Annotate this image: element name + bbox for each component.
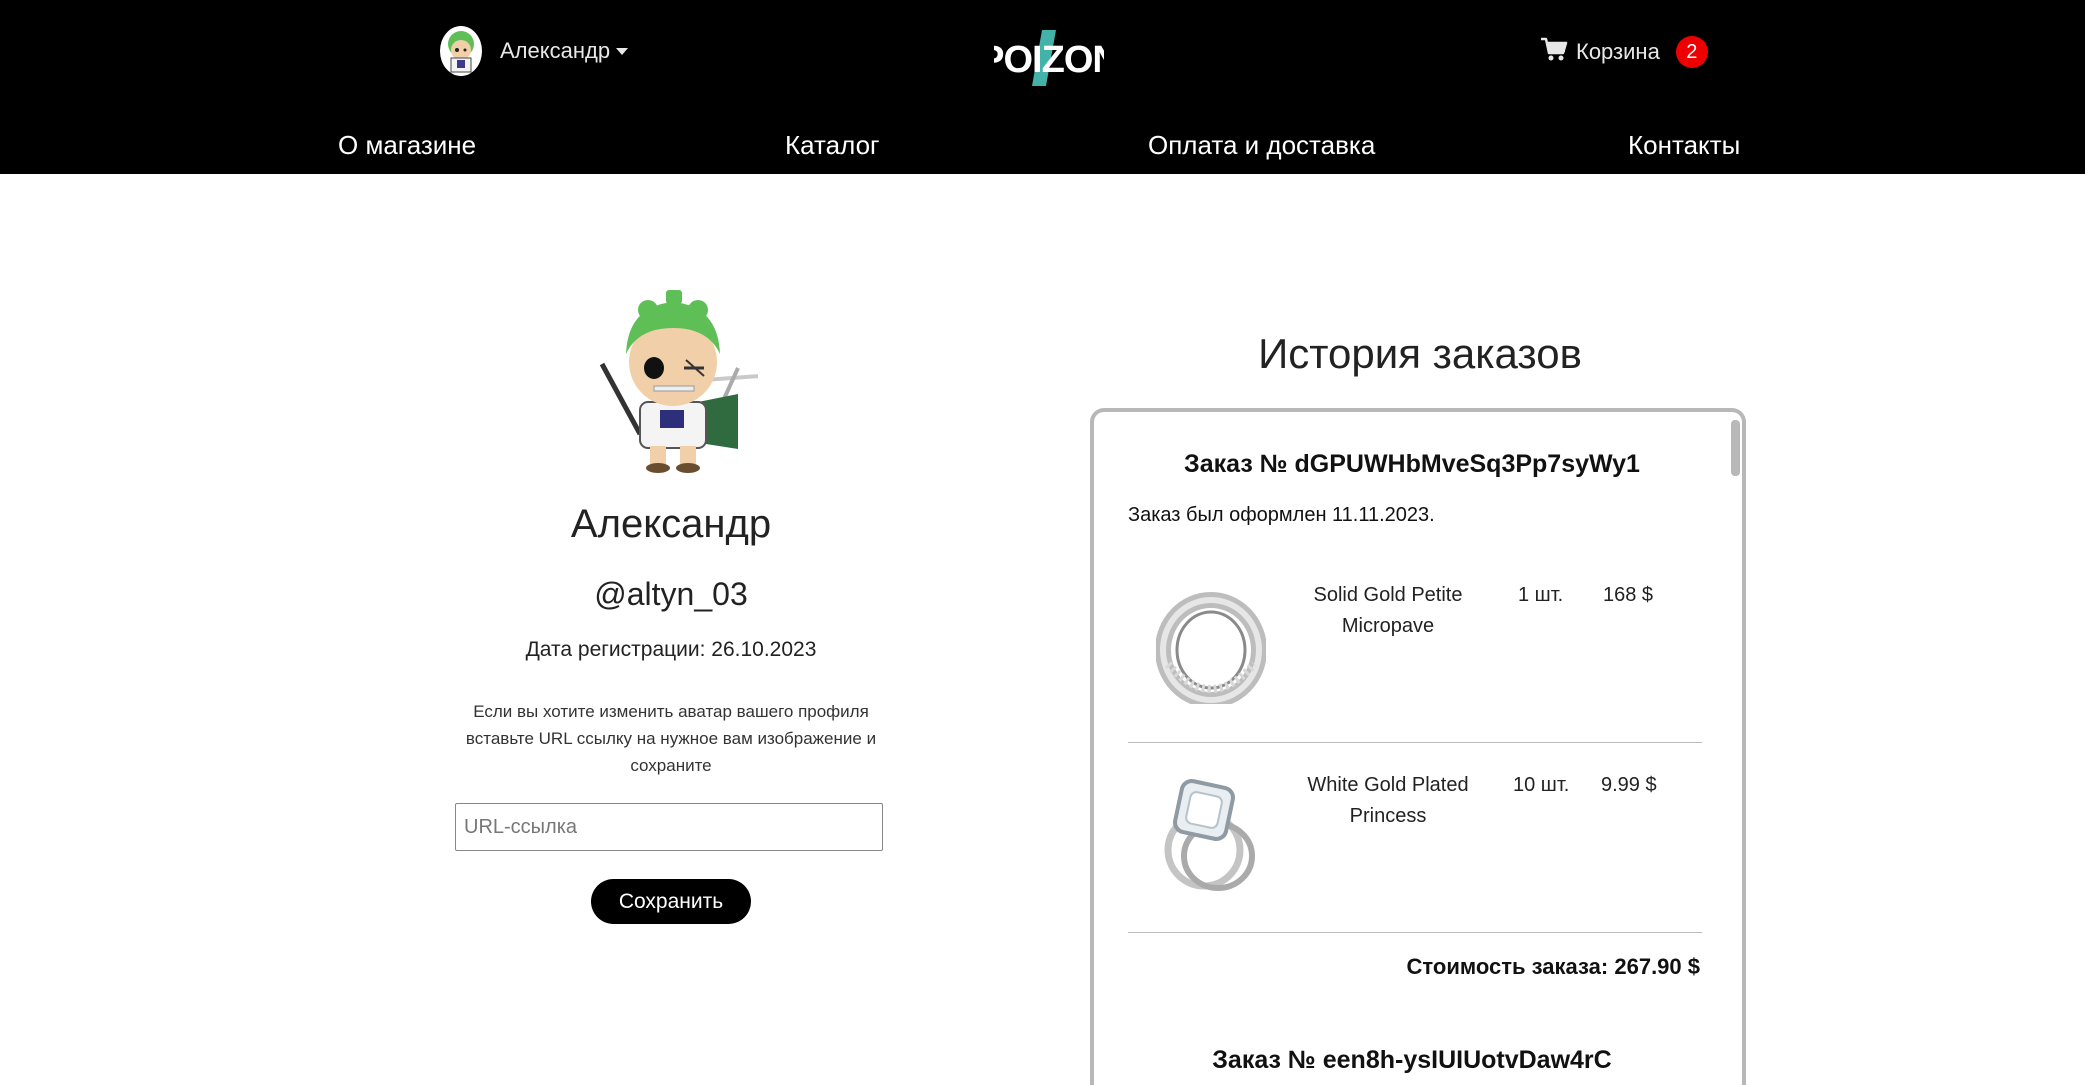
avatar-change-hint: Если вы хотите изменить аватар вашего пр…: [465, 702, 877, 775]
item-price: 9.99 $: [1601, 774, 1657, 796]
avatar-url-input[interactable]: [455, 803, 883, 851]
divider: [1128, 932, 1702, 933]
item-quantity: 1 шт.: [1518, 584, 1564, 606]
orders-panel[interactable]: Заказ № dGPUWHbMveSq3Pp7syWy1 Заказ был …: [1090, 408, 1746, 1085]
cart-icon: [1540, 37, 1568, 68]
order-date: Заказ был оформлен 11.11.2023.: [1128, 504, 1435, 526]
profile-page: Александр POIZON Корзина 2 О магазине: [0, 0, 2085, 1085]
order-total: Стоимость заказа: 267.90 $: [1406, 954, 1700, 979]
profile-name: Александр: [570, 502, 772, 546]
nav-about[interactable]: О магазине: [338, 130, 476, 161]
scrollbar-thumb[interactable]: [1731, 420, 1740, 476]
item-name: Solid Gold Petite Micropave: [1313, 584, 1463, 637]
profile-handle: @altyn_03: [594, 576, 748, 612]
item-name: White Gold Plated Princess: [1307, 774, 1469, 827]
nav-contacts[interactable]: Контакты: [1628, 130, 1740, 161]
user-menu[interactable]: Александр: [440, 26, 629, 76]
item-price: 168 $: [1603, 584, 1654, 606]
registration-date: Дата регистрации: 26.10.2023: [525, 638, 817, 661]
orders-history-title: История заказов: [1258, 330, 1582, 377]
divider: [1128, 742, 1702, 743]
user-name: Александр: [500, 38, 611, 63]
poizon-logo[interactable]: POIZON: [979, 26, 1120, 90]
profile-avatar: [588, 284, 761, 474]
order-item: White Gold Plated Princess 10 шт. 9.99 $: [1128, 754, 1702, 942]
user-avatar: [440, 26, 482, 76]
site-header: Александр POIZON Корзина 2 О магазине: [0, 0, 2085, 174]
order-title: Заказ № een8h-ysIUIUotvDaw4rC: [1212, 1046, 1612, 1074]
chevron-down-icon: [616, 47, 629, 55]
logo-text: POIZON: [994, 39, 1104, 81]
order-title: Заказ № dGPUWHbMveSq3Pp7syWy1: [1184, 450, 1640, 478]
nav-catalog[interactable]: Каталог: [785, 130, 880, 161]
save-avatar-button[interactable]: Сохранить: [591, 879, 751, 924]
cart-label: Корзина: [1576, 39, 1660, 64]
nav-delivery[interactable]: Оплата и доставка: [1148, 130, 1375, 161]
item-quantity: 10 шт.: [1513, 774, 1570, 796]
cart-link[interactable]: Корзина 2: [1540, 36, 1708, 68]
cart-count-badge: 2: [1675, 36, 1708, 68]
order-item: Solid Gold Petite Micropave 1 шт. 168 $: [1128, 564, 1702, 752]
ring-diamond-icon: [1156, 764, 1266, 894]
ring-band-icon: [1155, 574, 1267, 708]
